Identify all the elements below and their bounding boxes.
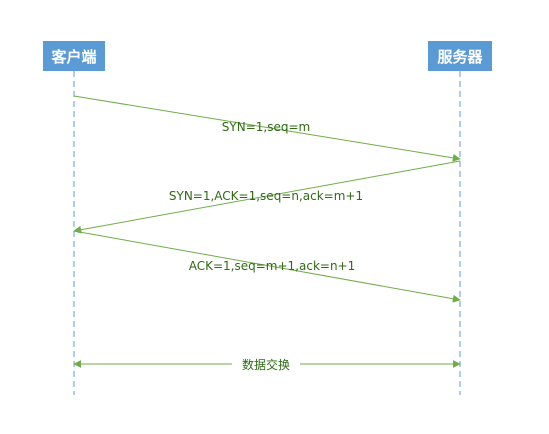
ack-label: ACK=1,seq=m+1,ack=n+1 (189, 259, 356, 273)
diagram-canvas: SYN=1,seq=m SYN=1,ACK=1,seq=n,ack=m+1 AC… (73, 71, 461, 395)
syn-ack-label: SYN=1,ACK=1,seq=n,ack=m+1 (169, 189, 363, 203)
data-exchange-label: 数据交换 (242, 357, 290, 372)
syn-label: SYN=1,seq=m (222, 120, 310, 134)
sequence-diagram: 客户端 服务器 SYN=1,seq=m SYN=1,ACK=1,seq=n,ac… (0, 0, 549, 434)
